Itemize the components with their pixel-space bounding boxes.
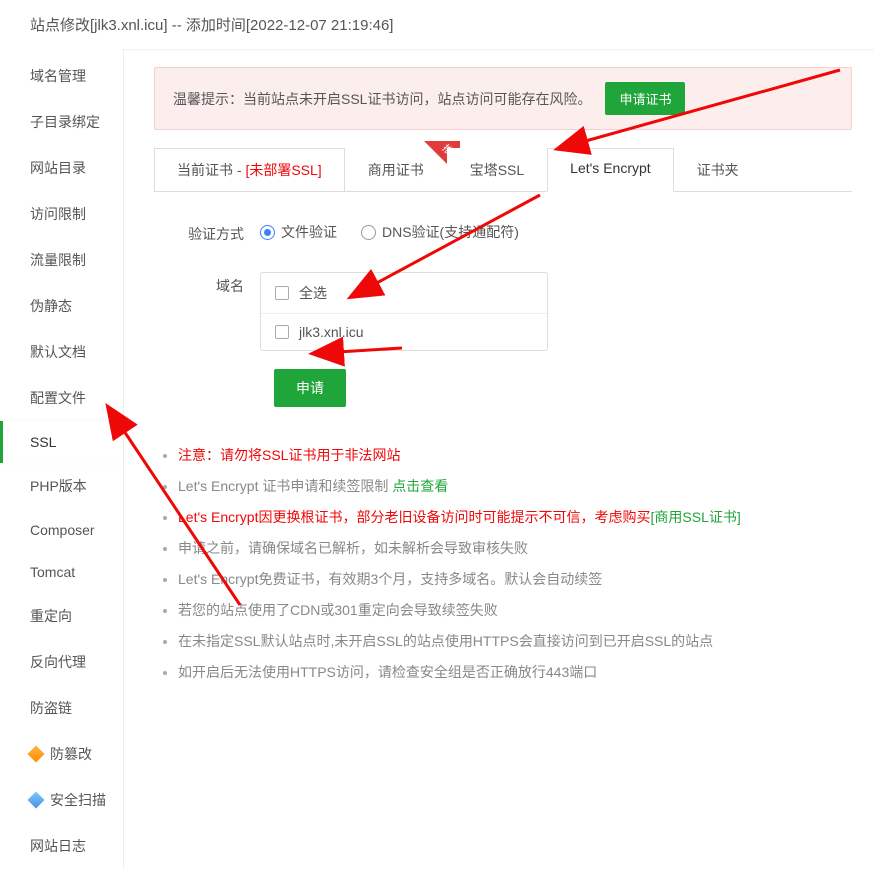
domain-box: 全选 jlk3.xnl.icu — [260, 272, 548, 351]
notice-bar: 温馨提示：当前站点未开启SSL证书访问，站点访问可能存在风险。 申请证书 — [154, 67, 852, 130]
note-item: Let's Encrypt因更换根证书，部分老旧设备访问时可能提示不可信，考虑购… — [178, 507, 852, 528]
sidebar-item-access-limit[interactable]: 访问限制 — [0, 191, 123, 237]
verify-label: 验证方式 — [174, 220, 260, 244]
sidebar-item-tamper[interactable]: 防篡改 — [0, 731, 123, 777]
tab-cert-folder[interactable]: 证书夹 — [674, 148, 762, 191]
tab-current-cert[interactable]: 当前证书 - [未部署SSL] — [154, 148, 345, 191]
sidebar-item-antileech[interactable]: 防盗链 — [0, 685, 123, 731]
sidebar-item-subdir[interactable]: 子目录绑定 — [0, 99, 123, 145]
tab-btssl[interactable]: 宝塔SSL — [447, 148, 547, 191]
radio-icon — [361, 225, 376, 240]
commercial-cert-link[interactable]: [商用SSL证书] — [651, 509, 741, 525]
tab-commercial[interactable]: 商用证书 推荐 — [345, 148, 447, 191]
radio-dns-verify[interactable]: DNS验证(支持通配符) — [361, 222, 519, 242]
content-area: 温馨提示：当前站点未开启SSL证书访问，站点访问可能存在风险。 申请证书 当前证… — [124, 49, 874, 869]
note-item: Let's Encrypt免费证书，有效期3个月，支持多域名。默认会自动续签 — [178, 569, 852, 590]
modal-title: 站点修改[jlk3.xnl.icu] -- 添加时间[2022-12-07 21… — [30, 17, 393, 34]
checkbox-icon[interactable] — [275, 325, 289, 339]
sidebar-item-tomcat[interactable]: Tomcat — [0, 551, 123, 593]
sidebar-item-redirect[interactable]: 重定向 — [0, 593, 123, 639]
sidebar-item-proxy[interactable]: 反向代理 — [0, 639, 123, 685]
notice-text: 温馨提示：当前站点未开启SSL证书访问，站点访问可能存在风险。 — [173, 89, 591, 109]
sidebar-item-sitelog[interactable]: 网站日志 — [0, 823, 123, 869]
diamond-blue-icon — [28, 792, 45, 809]
limits-link[interactable]: 点击查看 — [392, 478, 448, 494]
radio-icon — [260, 225, 275, 240]
tab-letsencrypt[interactable]: Let's Encrypt — [547, 148, 674, 192]
note-item: 在未指定SSL默认站点时,未开启SSL的站点使用HTTPS会直接访问到已开启SS… — [178, 631, 852, 652]
notes-list: 注意：请勿将SSL证书用于非法网站 Let's Encrypt 证书申请和续签限… — [154, 445, 852, 683]
sidebar-item-sitedir[interactable]: 网站目录 — [0, 145, 123, 191]
form-area: 验证方式 文件验证 DNS验证(支持通配符) 域名 — [154, 192, 852, 417]
checkbox-icon[interactable] — [275, 286, 289, 300]
sidebar-item-domain[interactable]: 域名管理 — [0, 53, 123, 99]
sidebar-item-rewrite[interactable]: 伪静态 — [0, 283, 123, 329]
domain-row[interactable]: jlk3.xnl.icu — [261, 313, 547, 350]
sidebar-item-config[interactable]: 配置文件 — [0, 375, 123, 421]
select-all-row[interactable]: 全选 — [261, 273, 547, 313]
diamond-orange-icon — [28, 746, 45, 763]
sidebar: 域名管理 子目录绑定 网站目录 访问限制 流量限制 伪静态 默认文档 配置文件 … — [0, 49, 124, 869]
note-item: 申请之前，请确保域名已解析，如未解析会导致审核失败 — [178, 538, 852, 559]
sidebar-item-scan[interactable]: 安全扫描 — [0, 777, 123, 823]
note-item: 如开启后无法使用HTTPS访问，请检查安全组是否正确放行443端口 — [178, 662, 852, 683]
sidebar-item-composer[interactable]: Composer — [0, 509, 123, 551]
modal-header: 站点修改[jlk3.xnl.icu] -- 添加时间[2022-12-07 21… — [0, 0, 874, 49]
note-item: Let's Encrypt 证书申请和续签限制 点击查看 — [178, 476, 852, 497]
tab-bar: 当前证书 - [未部署SSL] 商用证书 推荐 宝塔SSL Let's Encr… — [154, 148, 852, 192]
sidebar-item-traffic[interactable]: 流量限制 — [0, 237, 123, 283]
note-item: 若您的站点使用了CDN或301重定向会导致续签失败 — [178, 600, 852, 621]
sidebar-item-ssl[interactable]: SSL — [0, 421, 123, 463]
apply-button[interactable]: 申请 — [274, 369, 346, 407]
sidebar-item-default-doc[interactable]: 默认文档 — [0, 329, 123, 375]
domain-label: 域名 — [174, 272, 260, 296]
radio-file-verify[interactable]: 文件验证 — [260, 222, 337, 242]
apply-cert-button[interactable]: 申请证书 — [605, 82, 685, 115]
note-item: 注意：请勿将SSL证书用于非法网站 — [178, 445, 852, 466]
sidebar-item-php[interactable]: PHP版本 — [0, 463, 123, 509]
